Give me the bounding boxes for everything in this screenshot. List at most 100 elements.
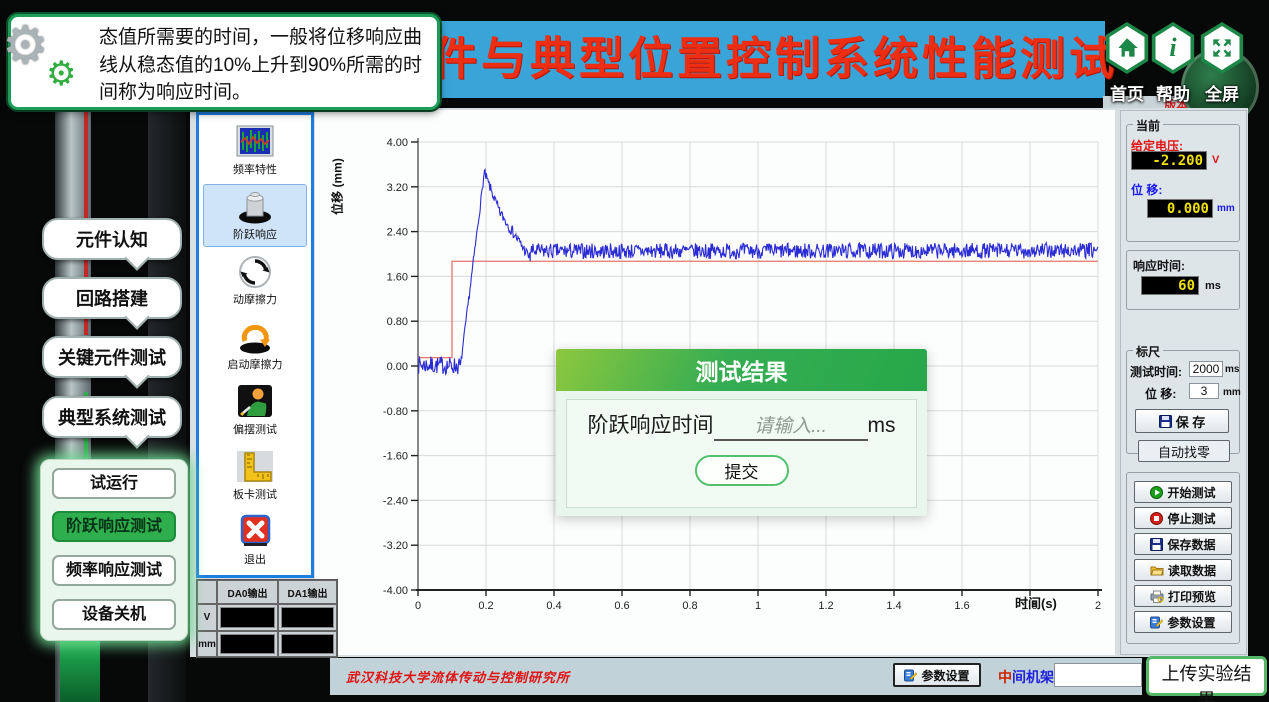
svg-text:0.00: 0.00 (387, 361, 408, 373)
voltage-unit: V (1212, 154, 1219, 166)
svg-text:2.40: 2.40 (387, 227, 408, 239)
middle-rack-label: 中间机架 (998, 667, 1054, 687)
save-button-label: 保 存 (1176, 412, 1206, 431)
middle-rack-input[interactable] (1054, 663, 1142, 687)
sidebar-item-key-component-test[interactable]: 关键元件测试 (42, 336, 182, 378)
svg-text:1: 1 (755, 600, 761, 612)
stop-test-label: 停止测试 (1167, 510, 1215, 527)
current-group-legend: 当前 (1133, 117, 1163, 134)
print-preview-label: 打印预览 (1168, 588, 1216, 605)
background-green-pillar (60, 636, 100, 702)
floppy-icon (1150, 538, 1163, 551)
submit-button[interactable]: 提交 (695, 455, 789, 486)
sidebar-item-component-cognition[interactable]: 元件认知 (42, 218, 182, 260)
svg-text:-0.80: -0.80 (383, 406, 408, 418)
fullscreen-label[interactable]: 全屏 (1192, 80, 1252, 105)
sidebar-item-circuit-building[interactable]: 回路搭建 (42, 277, 182, 319)
stop-test-button[interactable]: 停止测试 (1134, 507, 1232, 529)
svg-text:-4.00: -4.00 (383, 585, 408, 597)
svg-text:0.4: 0.4 (546, 600, 561, 612)
settings-icon (1150, 616, 1163, 629)
status-bar: 武汉科技大学流体传动与控制研究所 参数设置 中间机架 (330, 658, 1142, 695)
ruler-group: 标尺 测试时间: ms 位 移: mm 保 存 (1126, 350, 1240, 454)
response-time-input[interactable] (714, 415, 868, 441)
toolbar-item-label: 启动摩擦力 (228, 356, 283, 372)
chart-x-axis-label: 时间(s) (1015, 593, 1057, 612)
dialog-field-label: 阶跃响应时间 (588, 414, 714, 437)
dialog-title: 测试结果 (556, 349, 927, 391)
folder-open-icon (1150, 564, 1164, 577)
fullscreen-icon (1203, 26, 1241, 70)
svg-text:3.20: 3.20 (387, 182, 408, 194)
test-time-input[interactable] (1189, 361, 1223, 377)
print-preview-button[interactable]: 打印预览 (1134, 585, 1232, 607)
svg-text:2: 2 (1095, 600, 1101, 612)
start-test-button[interactable]: 开始测试 (1134, 481, 1232, 503)
exit-icon (234, 514, 276, 550)
da1-mm-cell (278, 631, 337, 657)
step-response-icon (234, 189, 276, 225)
toolbar-item-label: 动摩擦力 (233, 291, 277, 307)
response-time-display: 60 (1141, 276, 1199, 295)
stop-icon (1150, 512, 1163, 525)
footer-param-settings-button[interactable]: 参数设置 (893, 663, 981, 687)
svg-text:0.8: 0.8 (682, 600, 697, 612)
save-data-button[interactable]: 保存数据 (1134, 533, 1232, 555)
auto-zero-button[interactable]: 自动找零 (1138, 440, 1230, 462)
save-data-label: 保存数据 (1167, 536, 1215, 553)
gear-icon: ⚙ (2, 16, 49, 76)
institute-label: 武汉科技大学流体传动与控制研究所 (346, 667, 570, 686)
svg-text:0.2: 0.2 (478, 600, 493, 612)
toolbar-item-dynamic-friction[interactable]: 动摩擦力 (203, 249, 307, 312)
hint-tooltip-text: 态值所需要的时间，一般将位移响应曲线从稳态值的10%上升到90%所需的时间称为响… (99, 24, 429, 107)
svg-text:1.60: 1.60 (387, 271, 408, 283)
da-row-mm-label: mm (197, 631, 217, 657)
toolbar-item-board-test[interactable]: 板卡测试 (203, 444, 307, 507)
read-data-button[interactable]: 读取数据 (1134, 559, 1232, 581)
upload-results-button[interactable]: 上传实验结果 (1146, 656, 1267, 696)
ruler-group-legend: 标尺 (1133, 343, 1163, 360)
test-time-label: 测试时间: (1130, 363, 1182, 380)
svg-text:0.6: 0.6 (614, 600, 629, 612)
ruler-disp-input[interactable] (1189, 383, 1219, 399)
da1-header: DA1输出 (278, 580, 337, 604)
da0-v-cell (217, 604, 278, 631)
play-icon (1150, 486, 1163, 499)
da1-v-cell (278, 604, 337, 631)
floppy-icon (1159, 415, 1172, 428)
dialog-field-row: 阶跃响应时间 ms (556, 409, 927, 441)
sidebar-item-typical-system-test[interactable]: 典型系统测试 (42, 396, 182, 438)
waveform-icon (234, 124, 276, 160)
frequency-response-test-button[interactable]: 频率响应测试 (52, 555, 176, 586)
step-response-test-button[interactable]: 阶跃响应测试 (52, 511, 176, 542)
svg-text:4.00: 4.00 (387, 137, 408, 149)
read-data-label: 读取数据 (1168, 562, 1216, 579)
app-root: 元件与典型位置控制系统性能测试 版本: 2014.03 i 首页 帮助 全屏 4… (0, 0, 1269, 702)
toolbar-item-frequency[interactable]: 频率特性 (203, 119, 307, 182)
svg-text:1.6: 1.6 (954, 600, 969, 612)
trial-run-button[interactable]: 试运行 (52, 468, 176, 499)
home-icon (1108, 26, 1146, 70)
svg-text:0: 0 (415, 600, 421, 612)
svg-text:-2.40: -2.40 (383, 495, 408, 507)
current-group: 当前 给定电压: -2.200 V 位 移: 0.000 mm (1126, 124, 1240, 242)
start-test-label: 开始测试 (1167, 484, 1215, 501)
toolbar-item-exit[interactable]: 退出 (203, 509, 307, 572)
ruler-disp-label: 位 移: (1145, 385, 1176, 402)
svg-text:-1.60: -1.60 (383, 451, 408, 463)
save-button[interactable]: 保 存 (1135, 409, 1229, 433)
svg-text:-3.20: -3.20 (383, 540, 408, 552)
displacement-display: 0.000 (1147, 199, 1213, 218)
ruler-disp-unit: mm (1223, 387, 1241, 398)
actions-group: 开始测试 停止测试 保存数据 读取数据 打印预览 参数设置 (1126, 472, 1240, 644)
toolbar-item-sway-test[interactable]: 偏摆测试 (203, 379, 307, 442)
device-shutdown-button[interactable]: 设备关机 (52, 599, 176, 630)
param-settings-button[interactable]: 参数设置 (1134, 611, 1232, 633)
dialog-unit-label: ms (868, 414, 896, 437)
toolbar-item-step-response[interactable]: 阶跃响应 (203, 184, 307, 247)
svg-text:1.4: 1.4 (886, 600, 901, 612)
toolbar-item-label: 偏摆测试 (233, 421, 277, 437)
dynamic-friction-icon (234, 254, 276, 290)
toolbar-item-start-friction[interactable]: 启动摩擦力 (203, 314, 307, 377)
test-result-dialog: 测试结果 阶跃响应时间 ms 提交 (556, 349, 927, 516)
